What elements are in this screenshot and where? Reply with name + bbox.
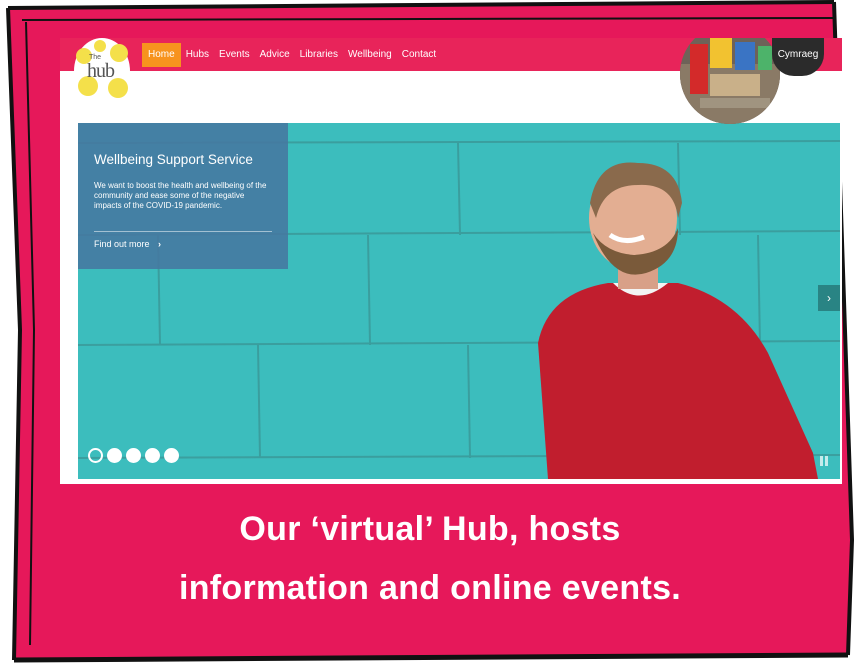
find-out-more-link[interactable]: Find out more › [94,239,161,249]
carousel-dot-4[interactable] [145,448,160,463]
hero-title: Wellbeing Support Service [94,152,253,167]
hub-building-photo [680,38,780,124]
caption-line-2: information and online events. [178,569,682,607]
nav-libraries[interactable]: Libraries [295,43,343,67]
carousel-dot-1[interactable] [88,448,103,463]
carousel-dot-5[interactable] [164,448,179,463]
panel-divider [94,231,272,232]
language-toggle-button[interactable]: Cymraeg [772,38,824,76]
caption-line-1: Our ‘virtual’ Hub, hosts [239,510,621,548]
main-menu: Home Hubs Events Advice Libraries Wellbe… [142,43,441,67]
carousel-next-button[interactable]: › [818,285,840,311]
hero-description: We want to boost the health and wellbein… [94,181,267,210]
nav-advice[interactable]: Advice [255,43,295,67]
nav-home[interactable]: Home [142,43,181,67]
find-out-more-label: Find out more [94,239,150,249]
nav-hubs[interactable]: Hubs [181,43,214,67]
nav-events[interactable]: Events [214,43,255,67]
website-screenshot: The hub Home Hubs Events Advice Librarie… [60,38,842,484]
chevron-right-icon: › [158,239,162,249]
logo-text: hub [87,60,115,82]
nav-contact[interactable]: Contact [397,43,441,67]
pause-icon[interactable] [820,453,830,466]
nav-wellbeing[interactable]: Wellbeing [343,43,397,67]
hero-carousel: Wellbeing Support Service We want to boo… [78,123,840,479]
carousel-dot-3[interactable] [126,448,141,463]
carousel-dot-2[interactable] [107,448,122,463]
hub-logo[interactable]: The hub [74,38,130,104]
hero-info-panel: Wellbeing Support Service We want to boo… [78,123,288,269]
carousel-dots [88,448,179,463]
